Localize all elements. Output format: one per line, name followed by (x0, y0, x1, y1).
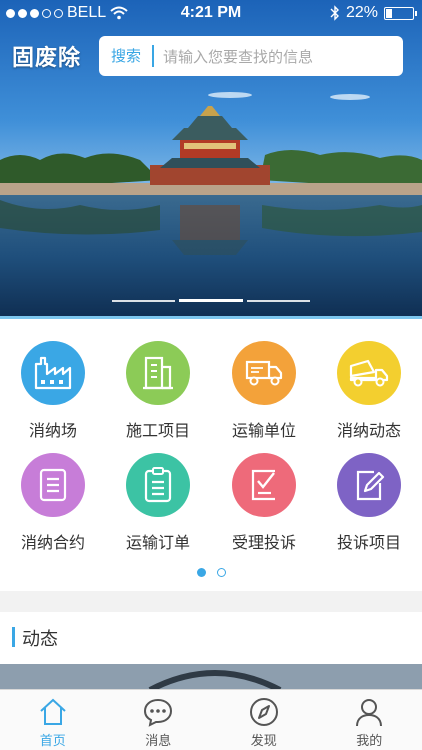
grid-item-label: 消纳动态 (336, 421, 401, 440)
banner-indicator (112, 299, 310, 302)
message-icon (144, 698, 173, 727)
edit-icon (337, 453, 401, 517)
banner-indicator-segment-active[interactable] (179, 299, 243, 302)
status-bar: BELL 4:21 PM 22% (0, 0, 422, 28)
tab-bar: 首页 消息 发现 我的 (0, 689, 422, 750)
search-input[interactable]: 请输入您要查找的信息 (154, 46, 313, 67)
tab-label: 首页 (39, 734, 66, 749)
user-icon (356, 699, 383, 727)
tab-me[interactable]: 我的 (317, 690, 422, 750)
factory-icon (21, 341, 85, 405)
news-image[interactable] (0, 664, 422, 690)
search-label[interactable]: 搜索 (99, 45, 155, 67)
feature-grid: 消纳场 施工项目 运输单位 消纳动态 消纳合约 运输订单 受理投诉 投诉项目 (0, 319, 422, 591)
battery-icon (384, 6, 417, 20)
grid-item-label: 消纳场 (28, 421, 77, 440)
grid-item-label: 消纳合约 (20, 533, 85, 552)
grid-pager (0, 568, 422, 577)
grid-item-label: 运输订单 (125, 533, 190, 552)
truck-icon (232, 341, 296, 405)
home-icon (40, 698, 66, 725)
banner-indicator-segment[interactable] (246, 300, 310, 302)
building-icon (126, 341, 190, 405)
dump-truck-icon (337, 341, 401, 405)
check-form-icon (232, 453, 296, 517)
section-accent-bar (12, 627, 15, 647)
document-icon (21, 453, 85, 517)
bluetooth-icon (330, 5, 339, 21)
compass-icon (249, 698, 278, 726)
tab-home[interactable]: 首页 (0, 690, 106, 750)
top-bar: 固废除 搜索 请输入您要查找的信息 (0, 34, 422, 76)
grid-item-transport-order[interactable]: 运输订单 (105, 453, 211, 553)
tab-label: 我的 (356, 734, 383, 749)
grid-item-transport-unit[interactable]: 运输单位 (211, 341, 317, 441)
grid-item-label: 投诉项目 (336, 533, 401, 552)
news-section-header: 动态 (0, 612, 422, 664)
grid-item-disposal-site[interactable]: 消纳场 (0, 341, 106, 441)
tab-label: 发现 (250, 734, 277, 749)
grid-item-label: 受理投诉 (231, 533, 296, 552)
section-title: 动态 (22, 629, 58, 650)
pager-dot[interactable] (216, 568, 226, 577)
app-logo: 固废除 (12, 46, 82, 71)
grid-item-disposal-news[interactable]: 消纳动态 (316, 341, 422, 441)
pager-dot-active[interactable] (196, 568, 206, 577)
grid-item-contract[interactable]: 消纳合约 (0, 453, 106, 553)
grid-item-label: 施工项目 (125, 421, 190, 440)
grid-item-label: 运输单位 (231, 421, 296, 440)
clipboard-icon (126, 453, 190, 517)
grid-item-complaint-project[interactable]: 投诉项目 (316, 453, 422, 553)
search-box[interactable]: 搜索 请输入您要查找的信息 (99, 36, 403, 76)
tab-messages[interactable]: 消息 (106, 690, 212, 750)
grid-item-construction[interactable]: 施工项目 (105, 341, 211, 441)
battery-percent: 22% (345, 4, 378, 21)
tab-discover[interactable]: 发现 (211, 690, 317, 750)
banner-indicator-segment[interactable] (112, 300, 176, 302)
tab-label: 消息 (145, 734, 172, 749)
grid-item-handle-complaint[interactable]: 受理投诉 (211, 453, 317, 553)
